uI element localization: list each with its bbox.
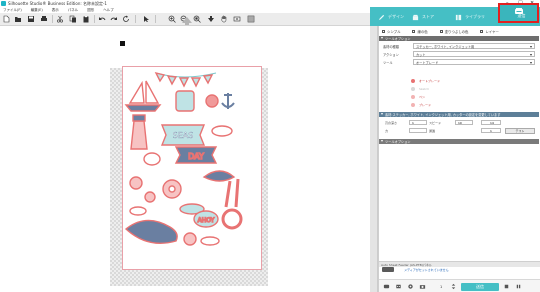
cutter-device-icon bbox=[382, 267, 394, 272]
tool-select[interactable]: オートブレード bbox=[413, 59, 535, 65]
toolbar-divider bbox=[94, 15, 95, 23]
library-icon bbox=[455, 14, 462, 20]
copy-icon[interactable] bbox=[69, 15, 77, 23]
title-bar: Silhouette Studio® Business Edition: 名称未… bbox=[0, 0, 540, 7]
store-icon bbox=[412, 14, 419, 20]
blade-icon bbox=[411, 103, 415, 107]
menu-panel[interactable]: パネル bbox=[68, 8, 79, 13]
mode-fill[interactable]: 塗りつぶしの色 bbox=[439, 29, 468, 34]
menu-file[interactable]: ファイル(F) bbox=[3, 8, 22, 13]
force-field[interactable]: 14 bbox=[481, 120, 501, 125]
panel-side-rail bbox=[370, 26, 378, 292]
transparent-area-right bbox=[262, 66, 268, 270]
camera-icon[interactable] bbox=[419, 283, 426, 290]
move-down-icon[interactable] bbox=[207, 15, 215, 23]
send-button[interactable]: 送信 bbox=[461, 283, 499, 291]
refresh-icon[interactable] bbox=[122, 15, 130, 23]
copies-count[interactable]: 1 bbox=[440, 285, 442, 289]
menu-shapes[interactable]: 図形 bbox=[87, 8, 94, 13]
mode-layer[interactable]: レイヤー bbox=[480, 29, 499, 34]
svg-text:DAY: DAY bbox=[188, 152, 204, 161]
material-select[interactable]: ステッカー, ホワイト, インクジェット用 bbox=[413, 43, 535, 49]
redo-icon[interactable] bbox=[110, 15, 118, 23]
autoblade-icon bbox=[411, 79, 415, 83]
action-row: アクション カット bbox=[383, 50, 538, 58]
device-list-icon[interactable] bbox=[383, 283, 390, 290]
pan-hand-icon[interactable] bbox=[220, 15, 228, 23]
stop-icon[interactable] bbox=[503, 283, 510, 290]
mode-line[interactable]: 線の色 bbox=[412, 29, 428, 34]
test-button[interactable]: テスト bbox=[505, 128, 535, 134]
window-title: Silhouette Studio® Business Edition: 名称未… bbox=[8, 0, 107, 6]
tool-item-autoblade[interactable]: オートブレード bbox=[411, 78, 440, 84]
robot-icon[interactable] bbox=[395, 283, 402, 290]
tool-row: ツール オートブレード bbox=[383, 58, 538, 66]
select-arrow-icon[interactable] bbox=[142, 15, 150, 23]
device-status-row: メディアがセットされていません bbox=[379, 266, 540, 273]
tool-options-header[interactable]: ツールオプション bbox=[379, 36, 539, 41]
sticker-design-artwork[interactable]: SEAS DAY AHOY bbox=[120, 69, 262, 273]
sketch-icon bbox=[411, 87, 415, 91]
tab-library[interactable]: ライブラリ bbox=[455, 11, 485, 23]
zoom-in-icon[interactable] bbox=[168, 15, 176, 23]
tab-send[interactable]: 送信 bbox=[498, 3, 539, 23]
paste-icon[interactable] bbox=[82, 15, 90, 23]
passes-field[interactable]: 1 bbox=[481, 128, 501, 133]
tool-item-pen[interactable]: ペン bbox=[411, 94, 425, 100]
pause-icon[interactable] bbox=[515, 283, 522, 290]
tab-design[interactable]: デザイン bbox=[378, 11, 404, 23]
zoom-fit-icon[interactable] bbox=[193, 15, 201, 23]
grid-pattern-icon[interactable] bbox=[247, 15, 255, 23]
toolbar-divider bbox=[135, 15, 136, 23]
tool-item-sketch[interactable]: Sketch bbox=[411, 86, 429, 92]
pen-icon bbox=[411, 95, 415, 99]
send-mode-bar: シンプル 線の色 塗りつぶしの色 レイヤー bbox=[382, 27, 540, 35]
design-icon bbox=[378, 14, 385, 20]
open-folder-icon[interactable] bbox=[14, 15, 22, 23]
settings-gear-icon[interactable] bbox=[407, 283, 414, 290]
toolbar-divider bbox=[52, 15, 53, 23]
new-file-icon[interactable] bbox=[2, 15, 10, 23]
menu-help[interactable]: ヘルプ bbox=[103, 8, 114, 13]
tool-item-blade[interactable]: ブレード bbox=[411, 102, 431, 108]
cut-icon[interactable] bbox=[56, 15, 64, 23]
svg-text:AHOY: AHOY bbox=[198, 217, 215, 224]
feed-direction-arrow-stem bbox=[185, 22, 189, 25]
toolbar-divider bbox=[155, 15, 156, 23]
menu-view[interactable]: 表示 bbox=[52, 8, 59, 13]
action-select[interactable]: カット bbox=[413, 51, 535, 57]
adjust-row-2: 力 通過 1 テスト bbox=[383, 127, 538, 135]
save-icon[interactable] bbox=[27, 15, 35, 23]
undo-icon[interactable] bbox=[98, 15, 106, 23]
svg-text:SEAS: SEAS bbox=[173, 131, 194, 140]
copies-stepper-icon[interactable] bbox=[450, 283, 457, 290]
adjust-row-1: 刃の深さ 1 スピード 10 14 bbox=[383, 119, 538, 127]
speed-field[interactable]: 10 bbox=[455, 120, 473, 125]
tool-options-header-2[interactable]: ツールオプション bbox=[379, 139, 539, 144]
print-icon[interactable] bbox=[40, 15, 48, 23]
registration-mark bbox=[120, 41, 125, 46]
add-page-icon[interactable] bbox=[233, 15, 241, 23]
tab-store[interactable]: ストア bbox=[412, 11, 434, 23]
mode-simple[interactable]: シンプル bbox=[382, 29, 400, 34]
menu-edit[interactable]: 編集(E) bbox=[31, 8, 43, 13]
force-stepper[interactable] bbox=[409, 128, 427, 133]
material-settings-header[interactable]: 素材:ステッカー, ホワイト, インクジェット用, カッターの設定を変更していま… bbox=[379, 112, 539, 117]
material-row: 素材の種類 ステッカー, ホワイト, インクジェット用 bbox=[383, 42, 538, 50]
depth-field[interactable]: 1 bbox=[409, 120, 427, 125]
app-icon bbox=[1, 1, 6, 6]
